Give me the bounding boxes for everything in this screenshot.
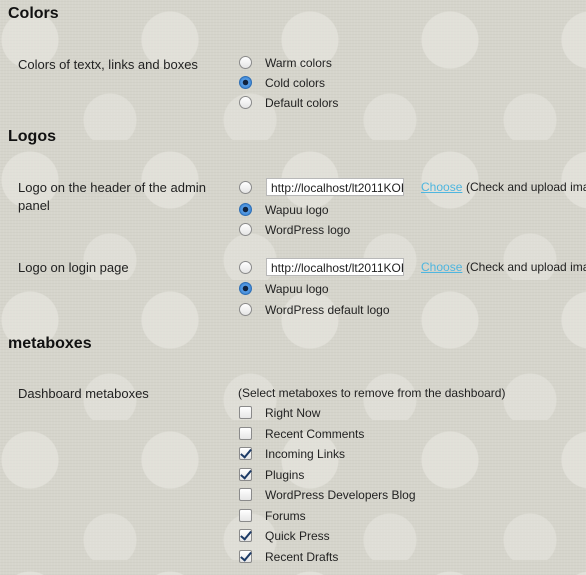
metabox-label: Quick Press: [265, 529, 330, 543]
metabox-label: Right Now: [265, 406, 321, 420]
login-logo-choose-link[interactable]: Choose: [421, 260, 462, 274]
login-logo-wapuu-radio[interactable]: [239, 282, 252, 295]
metabox-label: Recent Drafts: [265, 550, 339, 564]
login-logo-url-input[interactable]: http://localhost/lt2011KOBE: [266, 258, 404, 276]
metabox-label: Recent Comments: [265, 427, 365, 441]
dashboard-metaboxes-label: Dashboard metaboxes: [18, 386, 149, 401]
header-logo-wapuu-radio[interactable]: [239, 203, 252, 216]
metabox-checkbox[interactable]: [239, 447, 252, 460]
default-colors-radio[interactable]: [239, 96, 252, 109]
metabox-label: Plugins: [265, 468, 305, 482]
login-logo-wordpress-label: WordPress default logo: [265, 303, 390, 317]
header-logo-wordpress-radio[interactable]: [239, 223, 252, 236]
metabox-label: WordPress Developers Blog: [265, 488, 416, 502]
login-logo-custom-radio[interactable]: [239, 261, 252, 274]
metabox-checkbox[interactable]: [239, 550, 252, 563]
metaboxes-hint: (Select metaboxes to remove from the das…: [238, 386, 506, 400]
colors-label: Colors of textx, links and boxes: [18, 57, 198, 72]
metabox-checkbox[interactable]: [239, 427, 252, 440]
header-logo-choose-link[interactable]: Choose: [421, 180, 462, 194]
metabox-checkbox[interactable]: [239, 468, 252, 481]
header-logo-wapuu-label: Wapuu logo: [265, 203, 329, 217]
login-logo-wordpress-radio[interactable]: [239, 303, 252, 316]
warm-colors-radio[interactable]: [239, 56, 252, 69]
metabox-checkbox[interactable]: [239, 488, 252, 501]
header-logo-hint: (Check and upload ima: [466, 180, 586, 194]
cold-colors-label: Cold colors: [265, 76, 326, 90]
login-logo-wapuu-label: Wapuu logo: [265, 282, 329, 296]
logos-heading: Logos: [8, 128, 56, 145]
header-logo-wordpress-label: WordPress logo: [265, 223, 351, 237]
metabox-checkbox[interactable]: [239, 509, 252, 522]
metabox-label: Forums: [265, 509, 306, 523]
cold-colors-radio[interactable]: [239, 76, 252, 89]
default-colors-label: Default colors: [265, 96, 339, 110]
metabox-checkbox[interactable]: [239, 529, 252, 542]
colors-heading: Colors: [8, 5, 59, 22]
metabox-label: Incoming Links: [265, 447, 346, 461]
login-logo-hint: (Check and upload ima: [466, 260, 586, 274]
header-logo-custom-radio[interactable]: [239, 181, 252, 194]
metaboxes-heading: metaboxes: [8, 335, 92, 352]
warm-colors-label: Warm colors: [265, 56, 332, 70]
metabox-checkbox[interactable]: [239, 406, 252, 419]
header-logo-label: Logo on the header of the admin panel: [18, 180, 206, 213]
header-logo-url-input[interactable]: http://localhost/lt2011KOBE: [266, 178, 404, 196]
login-logo-label: Logo on login page: [18, 260, 129, 275]
